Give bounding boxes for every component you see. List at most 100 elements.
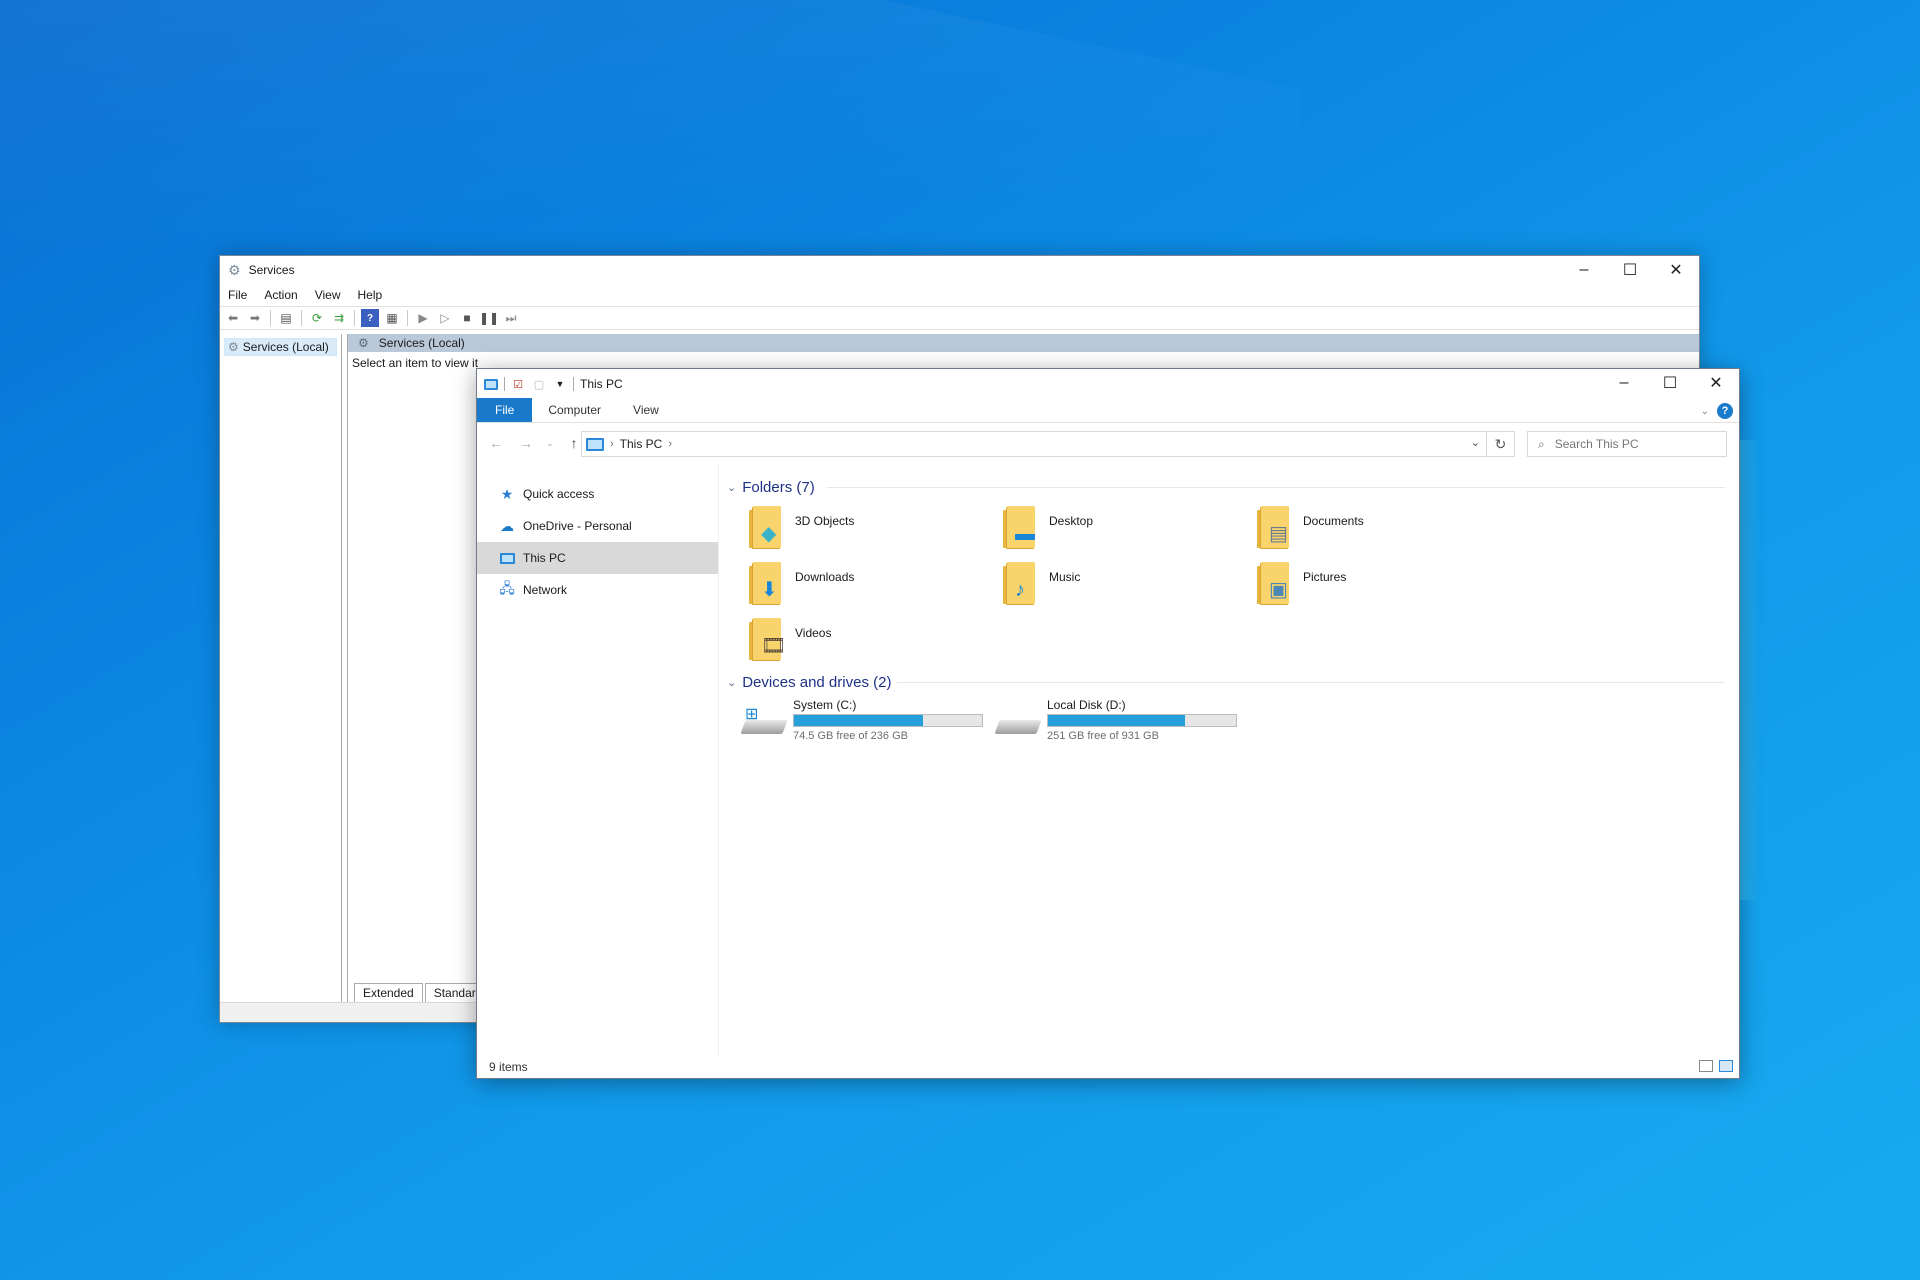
- nav-quick-access[interactable]: ★ Quick access: [477, 478, 718, 510]
- properties-check-icon[interactable]: ☑: [510, 376, 526, 392]
- search-placeholder: Search This PC: [1554, 437, 1639, 451]
- drive-name: System (C:): [793, 698, 857, 712]
- customize-dropdown-icon[interactable]: ▼: [552, 376, 568, 392]
- chevron-right-icon[interactable]: ›: [668, 438, 672, 450]
- gear-icon: ⚙: [228, 340, 239, 354]
- chevron-down-icon: ⌄: [727, 676, 737, 689]
- folder-name: Videos: [795, 626, 832, 640]
- folder-name: Desktop: [1049, 514, 1094, 528]
- document-icon: ▤: [1269, 523, 1288, 545]
- close-button[interactable]: ✕: [1693, 369, 1739, 397]
- explorer-window: ☑ ▢ ▼ This PC – ☐ ✕ File Computer View ⌄…: [476, 368, 1740, 1079]
- menu-help[interactable]: Help: [358, 288, 383, 302]
- pc-icon: [483, 376, 499, 392]
- back-arrow-icon[interactable]: ←: [485, 432, 507, 454]
- expand-ribbon-icon[interactable]: ⌄: [1701, 406, 1709, 417]
- maximize-button[interactable]: ☐: [1607, 256, 1653, 284]
- tab-file[interactable]: File: [477, 398, 533, 422]
- restart-icon[interactable]: ⏭: [502, 309, 520, 327]
- pause-icon[interactable]: ❚❚: [479, 309, 499, 327]
- folder-pictures[interactable]: ▣ Pictures: [1255, 560, 1495, 614]
- tab-computer[interactable]: Computer: [532, 398, 617, 422]
- pane-header: ⚙ Services (Local): [348, 334, 1699, 352]
- description-text: Select an item to view it: [352, 356, 479, 370]
- item-count: 9 items: [489, 1060, 528, 1074]
- console-tree-icon[interactable]: ▤: [277, 309, 295, 327]
- forward-arrow-icon[interactable]: →: [515, 432, 537, 454]
- folder-downloads[interactable]: ⬇ Downloads: [747, 560, 987, 614]
- minimize-button[interactable]: –: [1601, 369, 1647, 397]
- film-icon: 🎞: [761, 635, 787, 657]
- window-title: This PC: [580, 377, 623, 391]
- recent-dropdown-icon[interactable]: ⌄: [545, 432, 555, 454]
- drive-system-c[interactable]: ⊞ System (C:) 74.5 GB free of 236 GB: [740, 698, 991, 748]
- drive-free-space: 74.5 GB free of 236 GB: [793, 730, 908, 742]
- start-icon[interactable]: ▶: [414, 309, 432, 327]
- search-icon: ⌕: [1538, 436, 1545, 451]
- services-titlebar[interactable]: ⚙ Services – ☐ ✕: [220, 256, 1699, 284]
- explorer-titlebar[interactable]: ☑ ▢ ▼ This PC – ☐ ✕: [477, 369, 1739, 399]
- drive-local-d[interactable]: Local Disk (D:) 251 GB free of 931 GB: [994, 698, 1245, 748]
- folder-name: Documents: [1303, 514, 1364, 528]
- large-icons-view-icon[interactable]: [1719, 1060, 1733, 1072]
- folder-music[interactable]: ♪ Music: [1001, 560, 1241, 614]
- nav-this-pc[interactable]: This PC: [477, 542, 718, 574]
- search-input[interactable]: ⌕ Search This PC: [1527, 431, 1727, 457]
- console-tree: ⚙ Services (Local): [220, 334, 342, 1002]
- help-icon[interactable]: ?: [1717, 403, 1733, 419]
- folders-group-header[interactable]: ⌄ Folders (7): [727, 476, 815, 498]
- refresh-icon[interactable]: ⟳: [308, 309, 326, 327]
- chevron-down-icon[interactable]: ⌄: [1471, 436, 1480, 449]
- menu-file[interactable]: File: [228, 288, 247, 302]
- tree-item-services-local[interactable]: ⚙ Services (Local): [224, 338, 337, 356]
- navigation-pane: ★ Quick access ☁ OneDrive - Personal Thi…: [477, 464, 719, 1056]
- folder-videos[interactable]: 🎞 Videos: [747, 616, 987, 670]
- status-bar: 9 items: [477, 1056, 1739, 1078]
- music-note-icon: ♪: [1015, 579, 1025, 601]
- network-icon: 🖧: [499, 580, 515, 596]
- back-icon[interactable]: ⬅: [224, 309, 242, 327]
- nav-network[interactable]: 🖧 Network: [477, 574, 718, 606]
- folder-name: Music: [1049, 570, 1081, 584]
- address-bar[interactable]: › This PC › ⌄: [581, 431, 1487, 457]
- menu-view[interactable]: View: [315, 288, 341, 302]
- forward-icon[interactable]: ➡: [246, 309, 264, 327]
- group-label: Folders (7): [742, 478, 815, 496]
- nav-label: This PC: [523, 551, 566, 565]
- folder-desktop[interactable]: ▬ Desktop: [1001, 504, 1241, 558]
- properties-icon[interactable]: ▦: [383, 309, 401, 327]
- drive-usage-bar: [1047, 714, 1237, 727]
- minimize-button[interactable]: –: [1561, 256, 1607, 284]
- gear-icon: ⚙: [228, 261, 241, 278]
- breadcrumb-this-pc[interactable]: This PC: [620, 437, 663, 451]
- quick-access-toolbar: ☑ ▢ ▼: [483, 376, 574, 392]
- details-view-icon[interactable]: [1699, 1060, 1713, 1072]
- refresh-button[interactable]: ↻: [1487, 431, 1515, 457]
- drives-group-header[interactable]: ⌄ Devices and drives (2): [727, 671, 891, 693]
- maximize-button[interactable]: ☐: [1647, 369, 1693, 397]
- start-alt-icon[interactable]: ▷: [436, 309, 454, 327]
- export-icon[interactable]: ⇉: [330, 309, 348, 327]
- stop-icon[interactable]: ■: [458, 309, 476, 327]
- tab-view[interactable]: View: [617, 398, 675, 422]
- folder-name: 3D Objects: [795, 514, 855, 528]
- new-folder-icon[interactable]: ▢: [531, 376, 547, 392]
- hard-drive-icon: [994, 720, 1042, 734]
- window-title: Services: [248, 263, 295, 277]
- tree-item-label: Services (Local): [242, 340, 329, 354]
- tab-extended[interactable]: Extended: [354, 983, 423, 1002]
- folder-documents[interactable]: ▤ Documents: [1255, 504, 1495, 558]
- cube-icon: ◆: [761, 523, 777, 545]
- content-pane: ⌄ Folders (7) ◆ 3D Objects ▬ Desktop ▤ D…: [727, 464, 1731, 1056]
- chevron-right-icon[interactable]: ›: [610, 438, 614, 450]
- ribbon: File Computer View ⌄ ?: [477, 398, 1739, 423]
- nav-label: Network: [523, 583, 568, 597]
- folder-name: Pictures: [1303, 570, 1347, 584]
- pc-icon: [586, 437, 604, 451]
- help-icon[interactable]: ?: [361, 309, 379, 327]
- address-row: ← → ⌄ ↑ › This PC › ⌄ ↻ ⌕ Search This PC: [477, 423, 1739, 463]
- close-button[interactable]: ✕: [1653, 256, 1699, 284]
- nav-onedrive[interactable]: ☁ OneDrive - Personal: [477, 510, 718, 542]
- folder-3d-objects[interactable]: ◆ 3D Objects: [747, 504, 987, 558]
- menu-action[interactable]: Action: [264, 288, 297, 302]
